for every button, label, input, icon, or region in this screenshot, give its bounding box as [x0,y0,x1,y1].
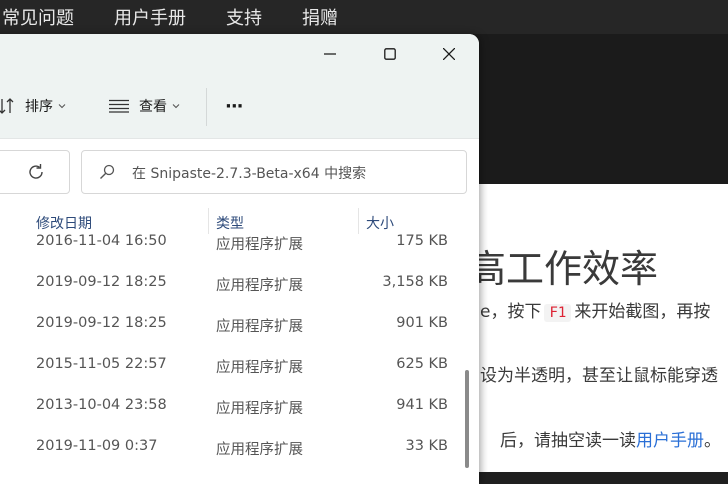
chevron-down-icon [58,104,66,109]
scrollbar-thumb[interactable] [465,370,469,468]
maximize-icon [384,48,396,60]
search-icon [100,164,115,179]
maximize-button[interactable] [370,38,410,70]
nav-support[interactable]: 支持 [226,4,262,30]
file-type: 应用程序扩展 [216,278,303,294]
paragraph-shortcut: e，按下 F1 来开始截图，再按 [480,297,710,322]
column-size[interactable]: 大小 [366,213,394,233]
toolbar-divider [206,88,207,126]
file-size: 175 KB [396,233,448,249]
file-date: 2016-11-04 16:50 [36,233,167,249]
file-type: 应用程序扩展 [216,237,303,253]
search-placeholder: 在 Snipaste-2.7.3-Beta-x64 中搜索 [132,166,367,182]
file-row[interactable]: 2016-11-04 16:50 应用程序扩展 175 KB [0,232,460,273]
minimize-icon [324,53,336,55]
file-type: 应用程序扩展 [216,319,303,335]
file-size: 33 KB [405,438,448,454]
key-badge: F1 [544,304,572,322]
file-size: 901 KB [396,315,448,331]
paragraph-pin: 设为半透明，甚至让鼠标能穿透 [480,366,718,386]
file-date: 2019-09-12 18:25 [36,274,167,290]
file-type: 应用程序扩展 [216,360,303,376]
paragraph-text: 后，请抽空读一读 [500,431,636,451]
nav-faq[interactable]: 常见问题 [2,4,74,30]
paragraph-manual: 后，请抽空读一读用户手册。 [500,426,721,451]
column-date[interactable]: 修改日期 [36,213,92,233]
explorer-window: 排序 查看 ··· 在 Snipaste-2.7.3-Beta-x64 中搜索 … [0,34,479,484]
sort-button[interactable]: 排序 [0,94,67,118]
file-row[interactable]: 2015-11-05 22:57 应用程序扩展 625 KB [0,355,460,396]
file-date: 2015-11-05 22:57 [36,356,167,372]
more-options-button[interactable]: ··· [225,94,243,118]
manual-link[interactable]: 用户手册 [636,431,704,451]
minimize-button[interactable] [310,38,350,70]
sort-icon [0,98,14,114]
chevron-down-icon [172,104,180,109]
title-bar[interactable] [0,34,479,74]
paragraph-text: 。 [704,431,721,451]
site-nav: 常见问题 用户手册 支持 捐赠 [0,0,728,34]
view-label: 查看 [139,99,167,115]
toolbar: 排序 查看 ··· [0,74,479,138]
file-size: 941 KB [396,397,448,413]
column-type[interactable]: 类型 [216,213,244,233]
file-date: 2019-09-12 18:25 [36,315,167,331]
page-heading: 高工作效率 [468,247,659,291]
view-button[interactable]: 查看 [108,94,181,118]
view-icon [109,99,129,113]
file-date: 2019-11-09 0:37 [36,438,158,454]
file-type: 应用程序扩展 [216,442,303,458]
column-divider[interactable] [358,208,359,234]
close-icon [443,48,455,60]
file-row[interactable]: 2013-10-04 23:58 应用程序扩展 941 KB [0,396,460,437]
refresh-icon[interactable] [27,163,45,181]
sort-label: 排序 [25,99,53,115]
file-type: 应用程序扩展 [216,401,303,417]
file-size: 3,158 KB [382,274,448,290]
file-date: 2013-10-04 23:58 [36,397,167,413]
paragraph-text: 来开始截图，再按 [574,302,711,322]
file-row[interactable]: 2019-09-12 18:25 应用程序扩展 3,158 KB [0,273,460,314]
file-size: 625 KB [396,356,448,372]
file-list: 2016-11-04 16:50 应用程序扩展 175 KB 2019-09-1… [0,232,460,484]
address-bar: 在 Snipaste-2.7.3-Beta-x64 中搜索 [0,138,479,205]
column-divider[interactable] [208,208,209,234]
nav-controls [0,150,70,194]
paragraph-text: e，按下 [480,302,542,322]
file-row[interactable]: 2019-09-12 18:25 应用程序扩展 901 KB [0,314,460,355]
search-input[interactable]: 在 Snipaste-2.7.3-Beta-x64 中搜索 [81,150,467,194]
close-button[interactable] [429,38,469,70]
nav-donate[interactable]: 捐赠 [302,4,338,30]
nav-manual[interactable]: 用户手册 [114,4,186,30]
